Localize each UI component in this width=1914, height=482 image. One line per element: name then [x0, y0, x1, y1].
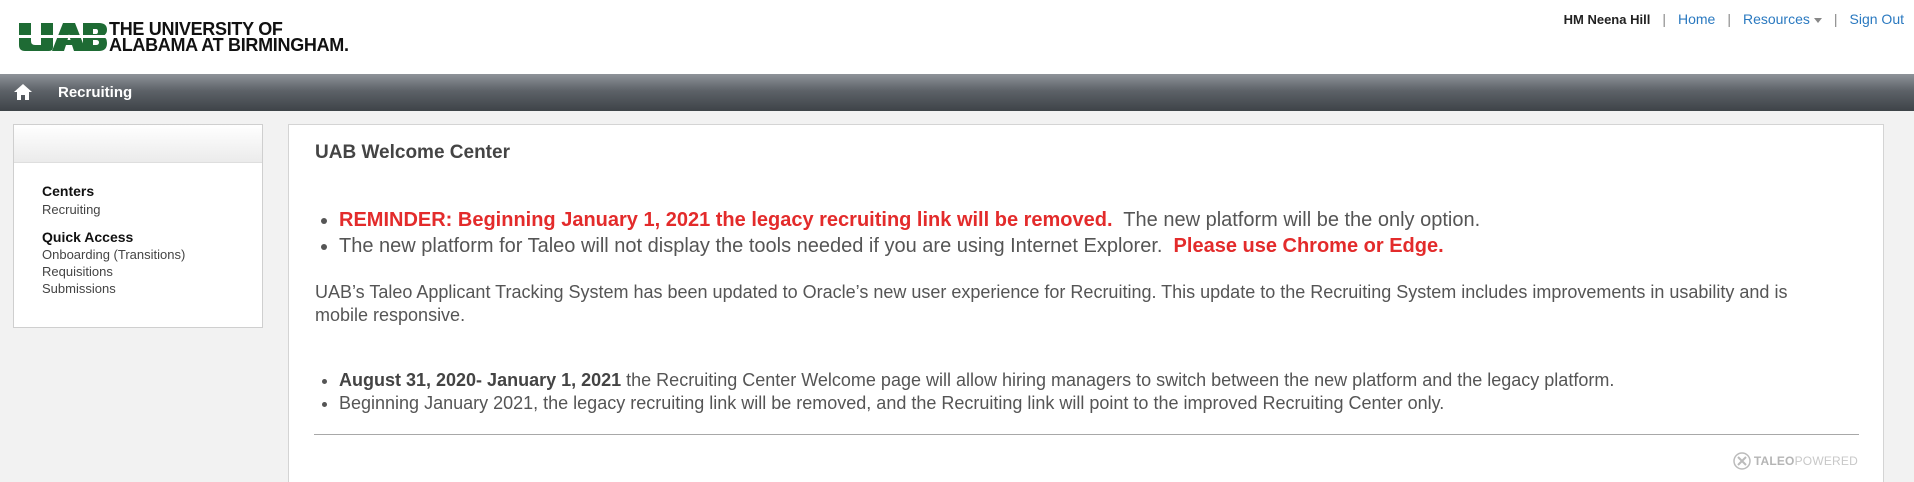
quick-access-section: Quick Access Onboarding (Transitions) Re… [42, 229, 262, 297]
resources-menu[interactable]: Resources [1743, 11, 1822, 27]
sign-out-link[interactable]: Sign Out [1850, 11, 1904, 27]
top-header: THE UNIVERSITY OF ALABAMA AT BIRMINGHAM.… [0, 0, 1914, 74]
beginning-text: Beginning January 2021, the legacy recru… [339, 393, 1445, 413]
list-item: The new platform for Taleo will not disp… [339, 233, 1480, 259]
home-link[interactable]: Home [1678, 11, 1715, 27]
date-text: the Recruiting Center Welcome page will … [621, 370, 1615, 390]
ie-text: The new platform for Taleo will not disp… [339, 235, 1174, 257]
uab-logo-text: THE UNIVERSITY OF ALABAMA AT BIRMINGHAM. [109, 20, 349, 55]
home-icon[interactable] [13, 83, 33, 101]
centers-section: Centers Recruiting [42, 183, 262, 218]
separator: | [1833, 11, 1838, 27]
nav-title[interactable]: Recruiting [58, 84, 132, 101]
taleo-icon [1733, 452, 1751, 470]
uab-logo-mark [19, 23, 107, 51]
sidebar-item-recruiting[interactable]: Recruiting [42, 201, 262, 218]
divider [314, 434, 1859, 435]
taleo-powered-logo: TALEO POWERED [1733, 452, 1858, 470]
timeline-list: August 31, 2020- January 1, 2021 the Rec… [315, 369, 1614, 415]
quick-access-title: Quick Access [42, 229, 134, 245]
reminder-alert: REMINDER: Beginning January 1, 2021 the … [339, 209, 1113, 231]
reminder-text: The new platform will be the only option… [1112, 209, 1481, 231]
separator: | [1662, 11, 1666, 27]
welcome-panel: UAB Welcome Center REMINDER: Beginning J… [288, 124, 1884, 482]
uab-logo[interactable]: THE UNIVERSITY OF ALABAMA AT BIRMINGHAM. [19, 20, 349, 54]
chevron-down-icon [1813, 17, 1822, 23]
taleo-text: TALEO [1753, 454, 1795, 468]
list-item: Beginning January 2021, the legacy recru… [339, 392, 1614, 415]
resources-label: Resources [1742, 11, 1810, 27]
logo-line-2: ALABAMA AT BIRMINGHAM. [109, 35, 349, 55]
reminder-list: REMINDER: Beginning January 1, 2021 the … [315, 207, 1480, 259]
date-range: August 31, 2020- January 1, 2021 [339, 370, 622, 390]
sidebar-item-submissions[interactable]: Submissions [42, 280, 262, 297]
page-title: UAB Welcome Center [315, 142, 510, 163]
sidebar: Centers Recruiting Quick Access Onboardi… [13, 124, 263, 328]
list-item: REMINDER: Beginning January 1, 2021 the … [339, 207, 1480, 233]
separator: | [1727, 11, 1731, 27]
powered-text: POWERED [1794, 454, 1858, 468]
nav-bar: Recruiting [0, 74, 1914, 111]
sidebar-header [14, 125, 262, 163]
centers-title: Centers [42, 183, 95, 199]
list-item: August 31, 2020- January 1, 2021 the Rec… [339, 369, 1614, 392]
browser-alert: Please use Chrome or Edge. [1173, 235, 1444, 257]
sidebar-item-onboarding[interactable]: Onboarding (Transitions) [42, 246, 262, 263]
intro-paragraph: UAB’s Taleo Applicant Tracking System ha… [315, 282, 1788, 325]
sidebar-item-requisitions[interactable]: Requisitions [42, 263, 262, 280]
user-nav: HM Neena Hill | Home | Resources | Sign … [1564, 11, 1904, 27]
user-name: HM Neena Hill [1563, 11, 1651, 27]
